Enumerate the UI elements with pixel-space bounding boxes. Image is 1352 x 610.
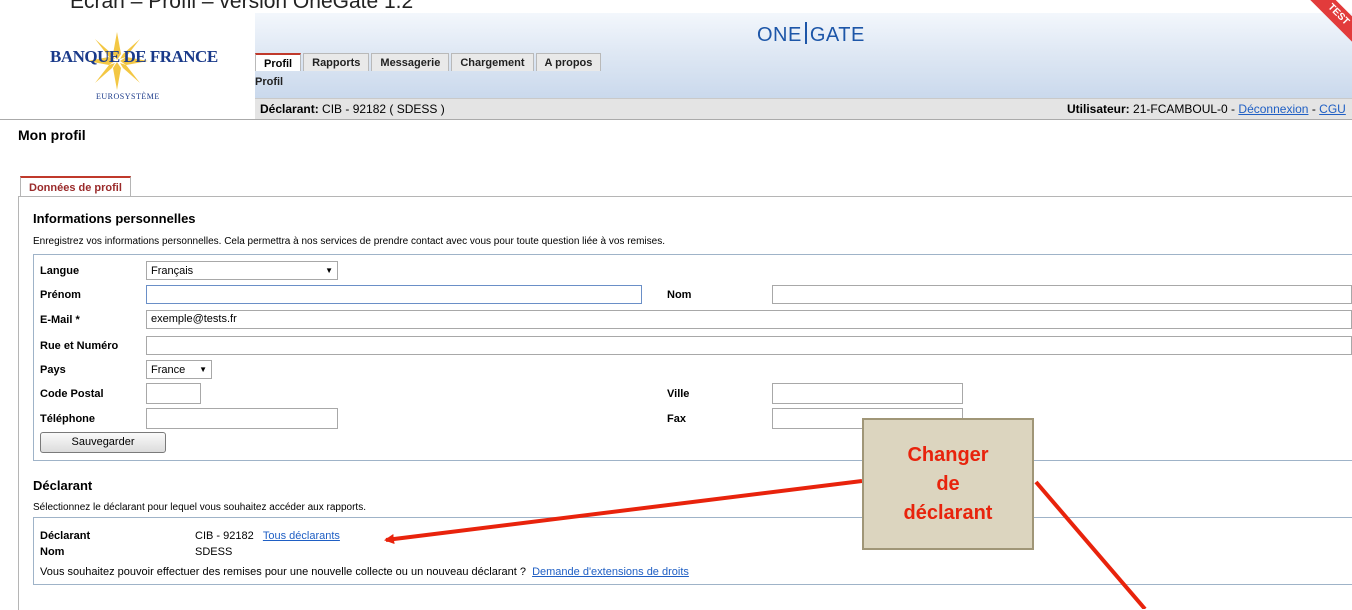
annotation-arrows — [384, 479, 1147, 609]
callout-changer-declarant: Changer de déclarant — [862, 418, 1034, 550]
callout-arrow-to-link — [384, 479, 863, 544]
callout-arrow-down — [1034, 480, 1147, 609]
